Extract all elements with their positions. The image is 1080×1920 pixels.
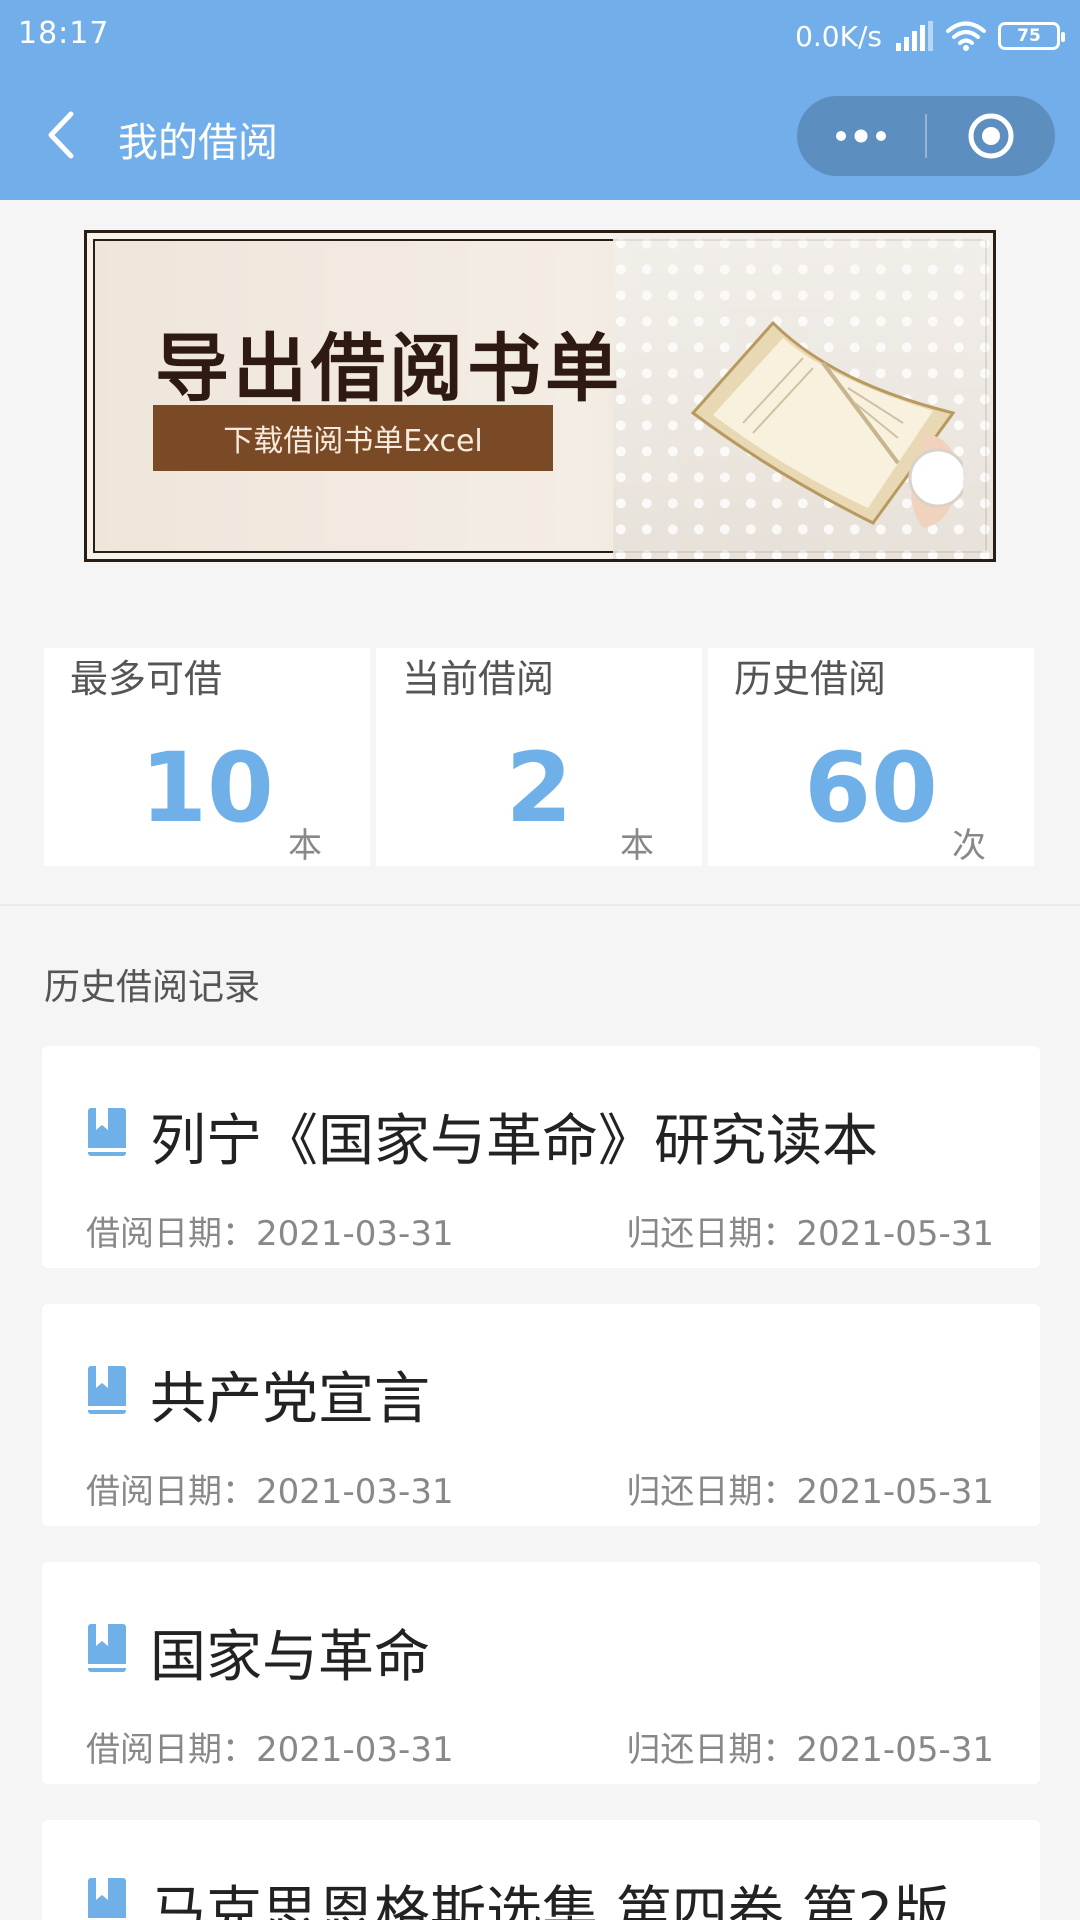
return-date: 归还日期：2021-05-31 xyxy=(626,1214,994,1254)
return-date: 归还日期：2021-05-31 xyxy=(626,1472,994,1512)
back-arrow-icon xyxy=(48,111,74,159)
list-item[interactable]: 国家与革命 借阅日期：2021-03-31 归还日期：2021-05-31 xyxy=(42,1562,1040,1784)
menu-capsule xyxy=(797,96,1055,176)
borrow-date: 借阅日期：2021-03-31 xyxy=(86,1214,454,1254)
list-item[interactable]: 共产党宣言 借阅日期：2021-03-31 归还日期：2021-05-31 xyxy=(42,1304,1040,1526)
stat-unit: 本 xyxy=(288,826,322,866)
net-speed: 0.0K/s xyxy=(795,19,882,53)
book-title: 国家与革命 xyxy=(150,1625,430,1690)
book-title: 共产党宣言 xyxy=(150,1367,430,1432)
stat-label: 当前借阅 xyxy=(402,657,555,701)
book-icon xyxy=(88,1108,126,1156)
banner-title: 导出借阅书单 xyxy=(155,326,623,412)
book-icon xyxy=(88,1878,126,1920)
open-book-illustration xyxy=(690,320,963,528)
stat-label: 最多可借 xyxy=(70,657,223,701)
return-date: 归还日期：2021-05-31 xyxy=(626,1730,994,1770)
stats-row: 最多可借 10 本 当前借阅 2 本 历史借阅 60 次 xyxy=(0,640,1080,906)
target-close-icon xyxy=(968,113,1014,159)
signal-icon xyxy=(896,21,933,51)
download-excel-button[interactable]: 下载借阅书单Excel xyxy=(153,405,553,471)
battery-icon: 75 xyxy=(998,22,1065,50)
nav-bar: 我的借阅 xyxy=(0,70,1080,200)
back-button[interactable] xyxy=(30,105,90,165)
book-title: 马克思恩格斯选集 第四卷 第2版 xyxy=(150,1881,950,1920)
stat-unit: 本 xyxy=(620,826,654,866)
header-bar: 18:17 0.0K/s 75 我的借阅 xyxy=(0,0,1080,200)
book-icon xyxy=(88,1366,126,1414)
stat-history-borrow: 历史借阅 60 次 xyxy=(708,648,1034,866)
section-title: 历史借阅记录 xyxy=(44,967,261,1008)
close-miniapp-button[interactable] xyxy=(927,96,1055,176)
status-bar: 18:17 0.0K/s 75 xyxy=(0,0,1080,70)
stat-max-borrow: 最多可借 10 本 xyxy=(44,648,370,866)
download-excel-label: 下载借阅书单Excel xyxy=(223,424,483,459)
list-item[interactable]: 马克思恩格斯选集 第四卷 第2版 xyxy=(42,1820,1040,1920)
page-title: 我的借阅 xyxy=(118,120,278,166)
book-title: 列宁《国家与革命》研究读本 xyxy=(150,1109,878,1174)
borrow-date: 借阅日期：2021-03-31 xyxy=(86,1472,454,1512)
more-button[interactable] xyxy=(797,96,925,176)
more-dots-icon xyxy=(836,129,886,143)
borrow-date: 借阅日期：2021-03-31 xyxy=(86,1730,454,1770)
book-icon xyxy=(88,1624,126,1672)
stat-unit: 次 xyxy=(952,826,986,866)
export-banner[interactable]: 导出借阅书单 下载借阅书单Excel xyxy=(84,230,996,562)
battery-level: 75 xyxy=(1017,26,1041,46)
status-indicators: 0.0K/s 75 xyxy=(795,16,1065,56)
wifi-icon xyxy=(946,21,986,51)
list-item[interactable]: 列宁《国家与革命》研究读本 借阅日期：2021-03-31 归还日期：2021-… xyxy=(42,1046,1040,1268)
status-time: 18:17 xyxy=(18,16,110,51)
stat-current-borrow: 当前借阅 2 本 xyxy=(376,648,702,866)
stat-label: 历史借阅 xyxy=(734,657,887,701)
